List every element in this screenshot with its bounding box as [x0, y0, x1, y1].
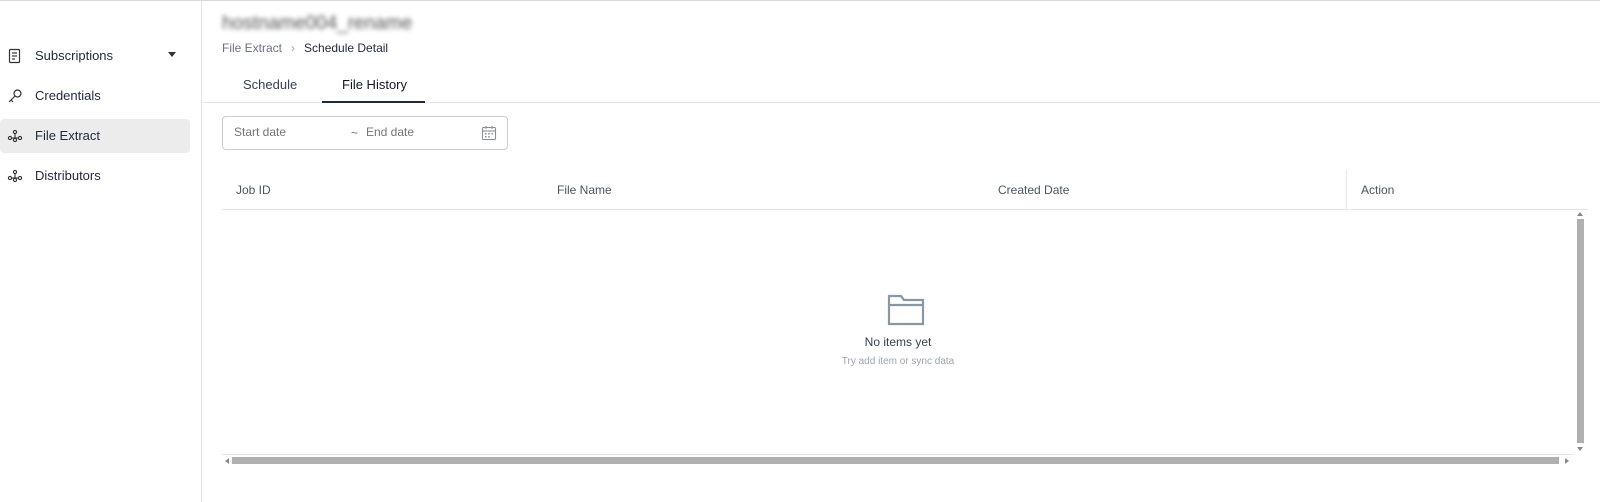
- start-date-input[interactable]: [234, 125, 344, 139]
- page-title: hostname004_rename: [222, 13, 413, 34]
- network-icon: [7, 169, 23, 183]
- breadcrumb-current: Schedule Detail: [304, 41, 389, 55]
- chevron-right-icon: ›: [291, 41, 296, 55]
- vertical-scrollbar[interactable]: [1574, 212, 1586, 452]
- sidebar-item-credentials[interactable]: Credentials: [0, 79, 190, 113]
- document-icon: [8, 48, 21, 64]
- empty-state: No items yet Try add item or sync data: [222, 210, 1574, 453]
- breadcrumb: File Extract › Schedule Detail: [222, 41, 388, 55]
- folder-icon: [887, 294, 925, 326]
- table-header: Job ID File Name Created Date Action: [222, 169, 1588, 210]
- date-range-separator: ~: [351, 126, 359, 140]
- horizontal-scroll-thumb[interactable]: [232, 457, 1559, 464]
- column-header-file-name: File Name: [557, 183, 612, 197]
- tab-bar: Schedule File History: [202, 70, 1600, 103]
- sidebar-item-file-extract[interactable]: File Extract: [0, 119, 190, 153]
- calendar-icon[interactable]: [481, 125, 497, 141]
- sidebar: Subscriptions Credentials File Extract D…: [0, 1, 202, 502]
- tab-schedule[interactable]: Schedule: [243, 77, 297, 92]
- empty-state-title: No items yet: [864, 335, 932, 349]
- sidebar-item-label: File Extract: [35, 128, 101, 143]
- sidebar-item-subscriptions[interactable]: Subscriptions: [0, 39, 190, 73]
- vertical-scroll-thumb[interactable]: [1577, 219, 1584, 443]
- scroll-left-arrow-icon[interactable]: [225, 458, 229, 464]
- column-header-action: Action: [1361, 183, 1395, 197]
- sidebar-item-distributors[interactable]: Distributors: [0, 159, 190, 193]
- chevron-down-icon[interactable]: [168, 52, 176, 57]
- file-history-table: Job ID File Name Created Date Action No …: [222, 169, 1588, 463]
- breadcrumb-link-file-extract[interactable]: File Extract: [222, 41, 282, 55]
- date-range-picker[interactable]: ~: [222, 116, 508, 150]
- scroll-up-arrow-icon[interactable]: [1577, 212, 1583, 216]
- active-tab-indicator: [322, 101, 425, 103]
- network-icon: [7, 129, 23, 143]
- top-border: [0, 0, 1600, 1]
- sidebar-item-label: Distributors: [35, 168, 101, 183]
- scroll-right-arrow-icon[interactable]: [1565, 458, 1569, 464]
- sidebar-item-label: Credentials: [35, 88, 101, 103]
- sidebar-item-label: Subscriptions: [35, 48, 114, 63]
- column-header-created-date: Created Date: [998, 183, 1070, 197]
- horizontal-scrollbar[interactable]: [222, 454, 1574, 466]
- column-divider: [1346, 169, 1347, 210]
- empty-state-subtitle: Try add item or sync data: [841, 356, 955, 367]
- tab-file-history[interactable]: File History: [342, 77, 407, 92]
- scroll-down-arrow-icon[interactable]: [1577, 447, 1583, 451]
- end-date-input[interactable]: [366, 125, 466, 139]
- column-header-job-id: Job ID: [236, 183, 271, 197]
- key-icon: [8, 89, 22, 103]
